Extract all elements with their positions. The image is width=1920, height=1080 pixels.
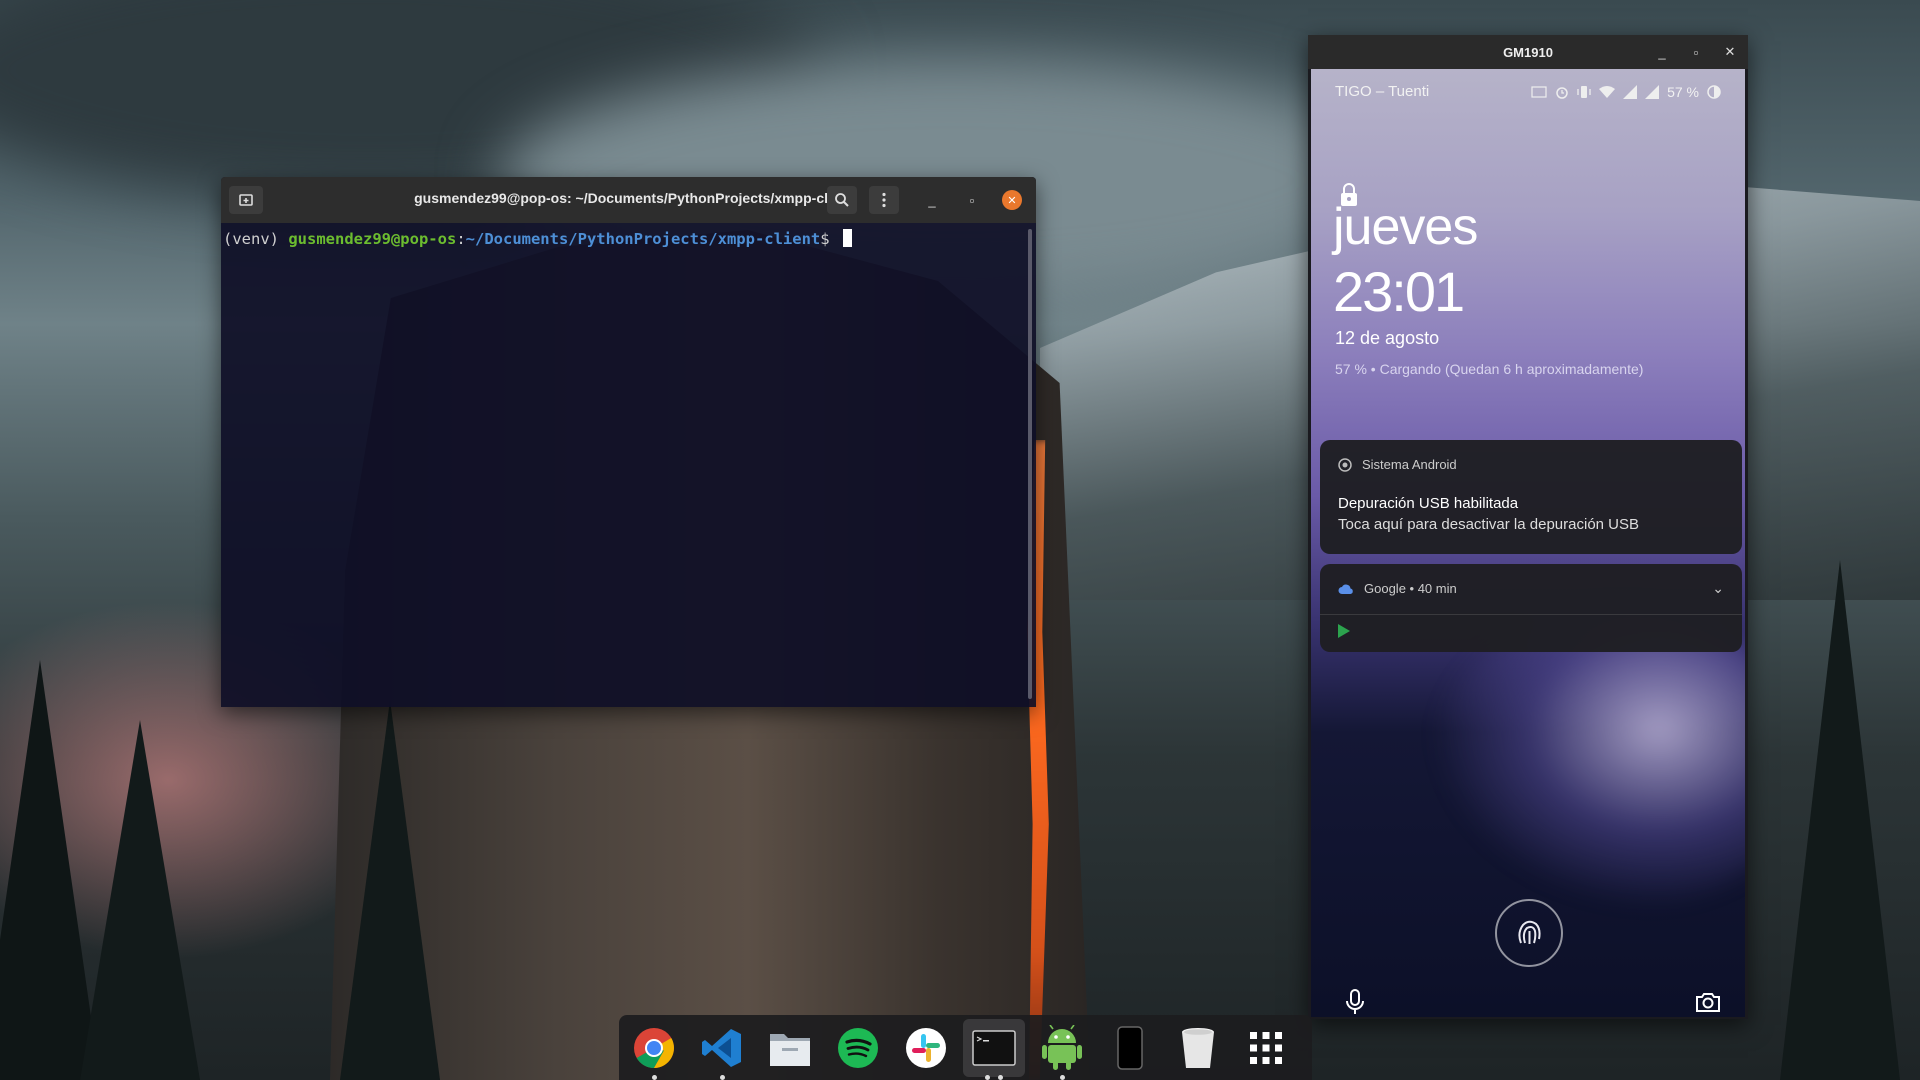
lockscreen-time: 23:01 [1333, 260, 1465, 323]
wallpaper-tree [1780, 560, 1900, 1080]
terminal-window[interactable]: gusmendez99@pop-os: ~/Documents/PythonPr… [221, 177, 1036, 707]
terminal-icon [972, 1029, 1016, 1066]
play-store-icon [1338, 624, 1350, 638]
terminal-content[interactable]: (venv) gusmendez99@pop-os:~/Documents/Py… [221, 223, 1036, 254]
prompt-separator: : [456, 230, 466, 248]
dock [619, 1015, 1312, 1080]
camera-icon[interactable] [1695, 991, 1721, 1013]
spotify-icon [838, 1027, 878, 1068]
terminal-scrollbar[interactable] [1028, 229, 1032, 699]
scrcpy-phone-icon [1117, 1025, 1143, 1070]
battery-percent: 57 % [1667, 83, 1699, 100]
dock-trash[interactable] [1175, 1025, 1221, 1071]
phone-close-button[interactable]: ✕ [1720, 42, 1740, 62]
notification-app-name: Google • 40 min [1364, 581, 1457, 596]
wallpaper-tree [80, 720, 200, 1080]
phone-titlebar[interactable]: GM1910 _ ▫ ✕ [1308, 35, 1748, 69]
running-indicator [985, 1074, 1003, 1080]
carrier-label: TIGO – Tuenti [1335, 83, 1430, 100]
signal-icon [1623, 84, 1638, 99]
prompt-path: ~/Documents/PythonProjects/xmpp-client [465, 230, 821, 248]
nfc-icon [1531, 85, 1547, 98]
lockscreen-date: 12 de agosto [1335, 328, 1440, 348]
prompt-user-host: gusmendez99@pop-os [288, 230, 457, 248]
search-icon [835, 193, 849, 207]
files-icon [770, 1033, 810, 1066]
fingerprint-icon[interactable] [1495, 899, 1563, 967]
wifi-icon [1599, 85, 1616, 98]
new-tab-button[interactable] [229, 186, 263, 214]
terminal-search-button[interactable] [827, 186, 857, 214]
notification-google[interactable]: Google • 40 min ⌄ [1320, 564, 1742, 652]
phone-minimize-button[interactable]: _ [1652, 42, 1672, 62]
running-indicator [1059, 1074, 1065, 1080]
terminal-minimize-button[interactable]: _ [922, 190, 942, 210]
slack-icon [906, 1027, 946, 1068]
kebab-menu-icon [882, 192, 886, 208]
notification-usb-debugging[interactable]: Sistema Android Depuración USB habilitad… [1320, 440, 1742, 554]
fingerprint-glyph [1518, 920, 1541, 944]
terminal-maximize-button[interactable]: ▫ [962, 190, 982, 210]
status-icons: 57 % [1531, 83, 1721, 100]
cloud-icon [1338, 584, 1353, 594]
phone-maximize-button[interactable]: ▫ [1686, 42, 1706, 62]
notification-app-name: Sistema Android [1362, 457, 1457, 472]
prompt-venv: (venv) [223, 230, 289, 248]
phone-mirror-window[interactable]: GM1910 _ ▫ ✕ TIGO – Tuenti 57 % jueves 2… [1308, 35, 1748, 1019]
lockscreen-day: jueves [1333, 198, 1478, 256]
dock-vscode[interactable] [699, 1025, 745, 1080]
notification-text: Toca aquí para desactivar la depuración … [1338, 516, 1640, 533]
terminal-titlebar[interactable]: gusmendez99@pop-os: ~/Documents/PythonPr… [221, 177, 1036, 223]
signal-2-icon [1645, 84, 1660, 99]
dock-app-grid[interactable] [1243, 1025, 1289, 1071]
lockscreen-wallpaper [1431, 609, 1745, 909]
notification-app-row: Google • 40 min [1338, 581, 1457, 596]
prompt-dollar: $ [820, 230, 839, 248]
alarm-icon [1556, 86, 1568, 99]
android-studio-icon [1042, 1024, 1082, 1070]
chrome-icon [634, 1027, 674, 1068]
notification-divider [1320, 614, 1742, 615]
new-tab-icon [239, 194, 253, 206]
vscode-icon [702, 1028, 741, 1067]
phone-statusbar: TIGO – Tuenti 57 % [1335, 83, 1721, 100]
android-system-icon [1338, 457, 1352, 472]
charging-status: 57 % • Cargando (Quedan 6 h aproximadame… [1335, 361, 1644, 377]
phone-lockscreen[interactable]: TIGO – Tuenti 57 % jueves 23:01 12 de ag… [1311, 69, 1745, 1017]
dock-scrcpy[interactable] [1107, 1025, 1153, 1071]
dock-chrome[interactable] [631, 1025, 677, 1080]
notification-app-row: Sistema Android [1338, 457, 1457, 472]
wallpaper-tree [340, 700, 440, 1080]
microphone-icon[interactable] [1345, 989, 1365, 1015]
terminal-cursor [842, 229, 852, 247]
dock-slack[interactable] [903, 1025, 949, 1071]
dock-files[interactable] [767, 1025, 813, 1071]
notification-title: Depuración USB habilitada [1338, 495, 1519, 512]
terminal-menu-button[interactable] [869, 186, 899, 214]
dock-terminal[interactable] [963, 1018, 1025, 1080]
app-grid-icon [1250, 1031, 1282, 1064]
dock-spotify[interactable] [835, 1025, 881, 1071]
terminal-close-button[interactable]: ✕ [1002, 190, 1022, 210]
vibrate-icon [1577, 85, 1591, 98]
chevron-down-icon[interactable]: ⌄ [1712, 580, 1724, 597]
phone-window-title: GM1910 [1503, 45, 1553, 60]
running-indicator [719, 1074, 725, 1080]
dock-android-studio[interactable] [1039, 1024, 1085, 1080]
terminal-title: gusmendez99@pop-os: ~/Documents/PythonPr… [414, 190, 853, 206]
running-indicator [651, 1074, 657, 1080]
battery-icon [1707, 84, 1721, 99]
trash-icon [1182, 1027, 1214, 1068]
